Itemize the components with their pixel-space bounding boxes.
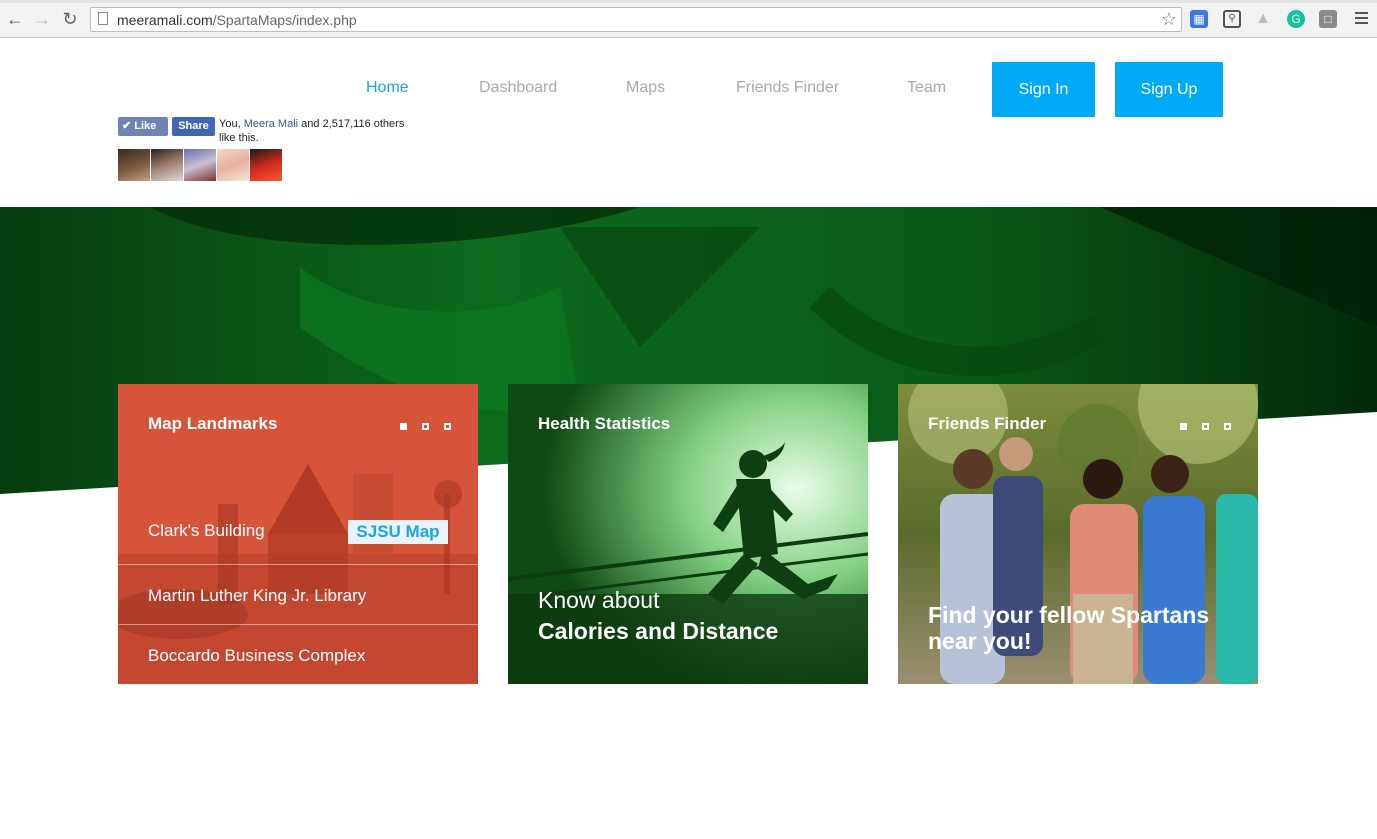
nav-maps[interactable]: Maps <box>626 79 665 97</box>
divider <box>118 564 478 565</box>
tab-strip <box>0 0 1377 3</box>
forward-icon[interactable]: → <box>32 9 52 29</box>
facebook-like-button[interactable]: ✔ Like <box>118 117 168 136</box>
card-title: Map Landmarks <box>148 414 278 433</box>
screenshot-extension-icon[interactable]: ⚲ <box>1223 10 1241 28</box>
avatar[interactable] <box>250 149 282 181</box>
card-title: Friends Finder <box>928 414 1047 433</box>
nav-team[interactable]: Team <box>907 79 946 97</box>
avatar[interactable] <box>217 149 249 181</box>
reload-icon[interactable]: ↻ <box>60 9 80 29</box>
url-path: /SpartaMaps/index.php <box>212 12 357 28</box>
sjsu-map-button[interactable]: SJSU Map <box>348 520 448 544</box>
health-tagline: Know about <box>538 587 660 613</box>
sign-in-button[interactable]: Sign In <box>992 62 1095 117</box>
sign-up-button[interactable]: Sign Up <box>1115 62 1223 117</box>
map-landmarks-card[interactable]: Map Landmarks Clark's Building SJSU Map … <box>118 384 478 684</box>
health-tagline-emphasis: Calories and Distance <box>538 618 779 644</box>
pager-dot[interactable] <box>1180 423 1187 430</box>
avatar[interactable] <box>184 149 216 181</box>
pager-dot[interactable] <box>422 423 429 430</box>
health-statistics-card[interactable]: Health Statistics Know about Calories an… <box>508 384 868 684</box>
browser-menu-icon[interactable] <box>1355 12 1368 27</box>
card-pager <box>400 423 452 431</box>
avatar[interactable] <box>118 149 150 181</box>
nav-friends-finder[interactable]: Friends Finder <box>736 79 839 97</box>
back-icon[interactable]: ← <box>5 9 25 29</box>
fb-friend-link[interactable]: Meera Mali <box>244 118 298 130</box>
pager-dot[interactable] <box>400 423 407 430</box>
bookmark-star-icon[interactable]: ☆ <box>1161 9 1177 29</box>
divider <box>118 624 478 625</box>
landmark-item[interactable]: Martin Luther King Jr. Library <box>148 586 366 606</box>
nav-home[interactable]: Home <box>366 79 409 97</box>
avatar[interactable] <box>151 149 183 181</box>
address-bar[interactable]: meeramali.com/SpartaMaps/index.php ☆ <box>90 7 1182 32</box>
facebook-share-button[interactable]: Share <box>172 117 215 136</box>
drive-icon[interactable]: ▲ <box>1254 10 1272 28</box>
like-label: Like <box>134 120 157 132</box>
facebook-like-summary: You, Meera Mali and 2,517,116 others lik… <box>219 117 419 145</box>
pager-dot[interactable] <box>444 423 451 430</box>
friends-tagline: Find your fellow Spartans near you! <box>928 602 1210 654</box>
friends-finder-card[interactable]: Friends Finder Find your fellow Spartans… <box>898 384 1258 684</box>
browser-toolbar: ← → ↻ meeramali.com/SpartaMaps/index.php… <box>0 0 1377 38</box>
pager-dot[interactable] <box>1202 423 1209 430</box>
pager-dot[interactable] <box>1224 423 1231 430</box>
url-host: meeramali.com <box>117 12 213 28</box>
landmark-item[interactable]: Clark's Building <box>148 521 265 541</box>
page-icon <box>98 12 108 25</box>
card-title: Health Statistics <box>538 414 671 433</box>
facebook-friend-faces <box>118 149 283 181</box>
fb-text-prefix: You, <box>219 118 241 130</box>
grammarly-icon[interactable]: G <box>1287 10 1305 28</box>
check-icon: ✔ <box>122 120 135 132</box>
cast-icon[interactable]: ▦ <box>1190 10 1208 28</box>
landmark-item[interactable]: Boccardo Business Complex <box>148 646 365 666</box>
extension-icon[interactable]: □ <box>1319 10 1337 28</box>
nav-dashboard[interactable]: Dashboard <box>479 79 557 97</box>
card-pager <box>1180 423 1232 431</box>
url-text[interactable]: meeramali.com/SpartaMaps/index.php <box>117 12 357 28</box>
